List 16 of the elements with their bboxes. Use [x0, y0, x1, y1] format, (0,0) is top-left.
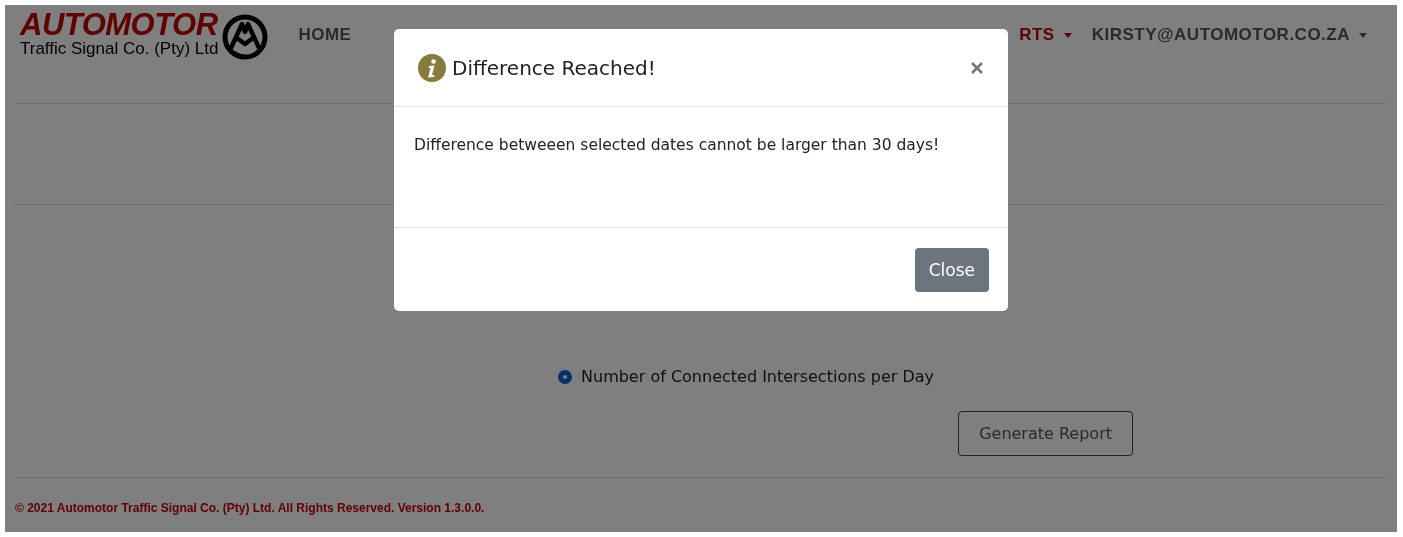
- logo-title: AUTOMOTOR: [20, 11, 219, 39]
- caret-icon: [1063, 32, 1072, 38]
- info-icon: [418, 53, 446, 82]
- caret-icon: [1359, 32, 1367, 38]
- nav-dropdown[interactable]: RTS: [1019, 25, 1072, 45]
- nav-link[interactable]: HOME: [298, 25, 352, 45]
- logo-icon: [222, 14, 269, 60]
- radio-button[interactable]: [558, 369, 572, 384]
- modal-title: Difference Reached!: [452, 55, 657, 80]
- close-icon[interactable]: [970, 60, 984, 75]
- nav-dropdown[interactable]: KIRSTY@AUTOMOTOR.CO.ZA: [1091, 25, 1367, 45]
- close-button[interactable]: Close: [914, 248, 989, 292]
- modal-message: Difference betweeen selected dates cannot be larger than 30 days!: [414, 135, 941, 156]
- footer-text: © 2021 Automotor Traffic Signal Co. (Pty) Ltd. All Rights Reserved. Version 1.3.0.0.: [15, 501, 486, 515]
- generate-report-button[interactable]: Generate Report: [958, 411, 1133, 456]
- logo-subtitle: Traffic Signal Co. (Pty) Ltd: [20, 40, 219, 57]
